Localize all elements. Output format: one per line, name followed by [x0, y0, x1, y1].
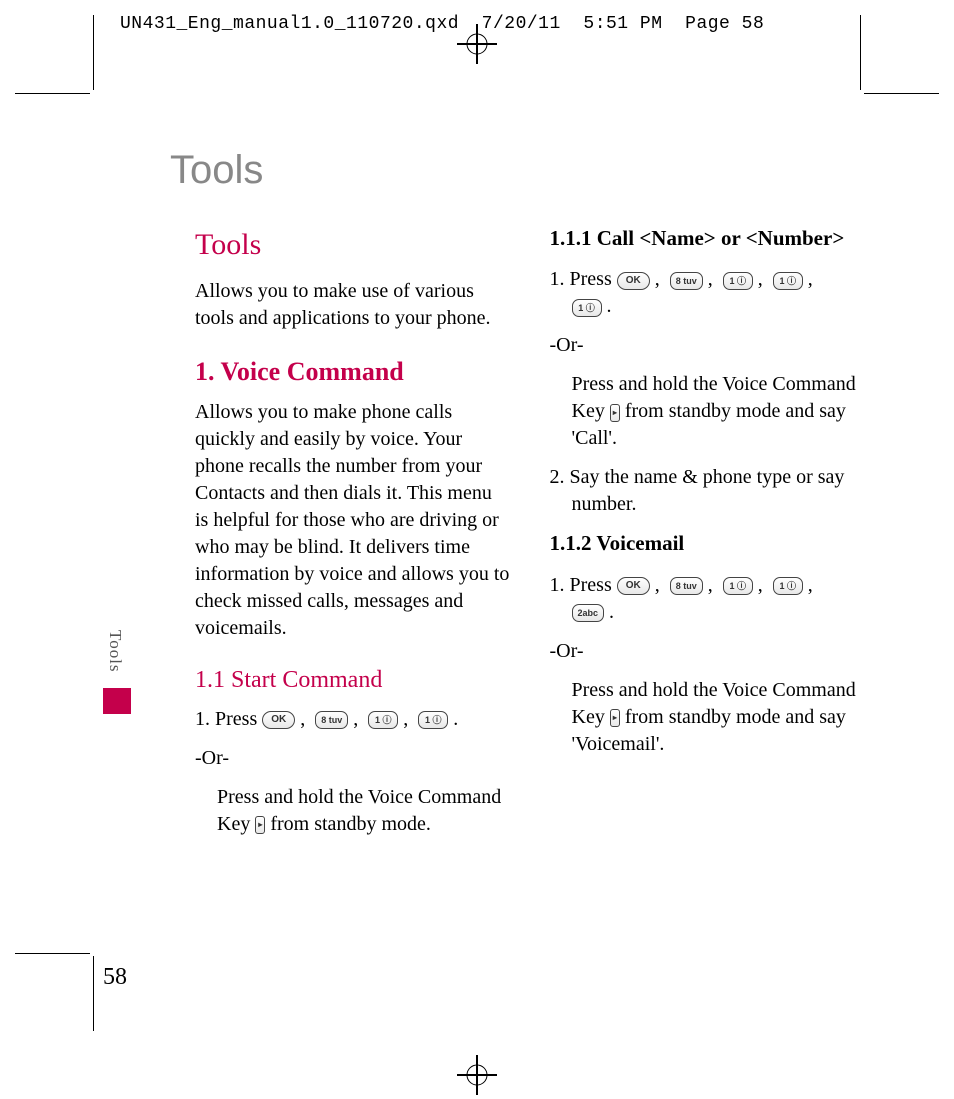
slug-time: 5:51 PM [583, 14, 662, 34]
tools-intro: Allows you to make use of various tools … [195, 278, 510, 332]
key-1-icon: 1 ⓘ [368, 711, 398, 729]
page-number: 58 [103, 964, 127, 991]
start-command-step1: 1. Press OK , 8 tuv , 1 ⓘ , 1 ⓘ . [195, 706, 510, 733]
section-title-call-name-number: 1.1.1 Call <Name> or <Number> [550, 225, 865, 252]
key-1-icon: 1 ⓘ [773, 272, 803, 290]
key-1-icon: 1 ⓘ [572, 299, 602, 317]
voicemail-step1: 1. Press OK , 8 tuv , 1 ⓘ , 1 ⓘ , 2abc . [550, 572, 865, 626]
key-2-icon: 2abc [572, 604, 605, 622]
key-1-icon: 1 ⓘ [723, 272, 753, 290]
running-head: Tools [170, 148, 263, 193]
key-8-icon: 8 tuv [670, 577, 703, 595]
step-label: 1. Press [550, 574, 617, 596]
or-divider: -Or- [550, 332, 865, 359]
content-columns: Tools Allows you to make use of various … [195, 225, 864, 850]
left-column: Tools Allows you to make use of various … [195, 225, 510, 850]
voice-command-intro: Allows you to make phone calls quickly a… [195, 399, 510, 642]
section-title-tools: Tools [195, 225, 510, 266]
crop-mark [864, 93, 939, 94]
right-column: 1.1.1 Call <Name> or <Number> 1. Press O… [550, 225, 865, 850]
key-1-icon: 1 ⓘ [773, 577, 803, 595]
side-tab-block [103, 688, 131, 714]
crop-mark [93, 956, 94, 1031]
step-label: 1. Press [195, 708, 262, 730]
section-title-start-command: 1.1 Start Command [195, 664, 510, 696]
slug-date: 7/20/11 [482, 14, 561, 34]
ok-key-icon: OK [262, 711, 295, 729]
key-1-icon: 1 ⓘ [418, 711, 448, 729]
step-label: 1. Press [550, 268, 617, 290]
start-command-alt: Press and hold the Voice Command Key ▸ f… [217, 784, 510, 838]
or-divider: -Or- [195, 745, 510, 772]
call-step1: 1. Press OK , 8 tuv , 1 ⓘ , 1 ⓘ , 1 ⓘ . [550, 266, 865, 320]
voicemail-alt: Press and hold the Voice Command Key ▸ f… [572, 677, 865, 758]
side-tab: Tools [103, 632, 131, 714]
slug-action: Page 58 [685, 14, 764, 34]
section-title-voice-command: 1. Voice Command [195, 354, 510, 389]
ok-key-icon: OK [617, 272, 650, 290]
crop-mark [15, 93, 90, 94]
slug-filename: UN431_Eng_manual1.0_110720.qxd [120, 14, 459, 34]
alt-text-b: from standby mode. [270, 813, 431, 835]
key-8-icon: 8 tuv [670, 272, 703, 290]
section-title-voicemail: 1.1.2 Voicemail [550, 530, 865, 557]
call-step2: 2. Say the name & phone type or say numb… [550, 464, 865, 518]
crop-mark [93, 15, 94, 90]
registration-mark-top [463, 30, 491, 58]
side-tab-label: Tools [105, 630, 125, 673]
voice-command-key-icon: ▸ [610, 709, 620, 727]
key-1-icon: 1 ⓘ [723, 577, 753, 595]
key-8-icon: 8 tuv [315, 711, 348, 729]
registration-mark-bottom [463, 1061, 491, 1089]
ok-key-icon: OK [617, 577, 650, 595]
voice-command-key-icon: ▸ [255, 816, 265, 834]
crop-mark [860, 15, 861, 90]
voice-command-key-icon: ▸ [610, 404, 620, 422]
or-divider: -Or- [550, 638, 865, 665]
call-alt: Press and hold the Voice Command Key ▸ f… [572, 371, 865, 452]
crop-mark [15, 953, 90, 954]
